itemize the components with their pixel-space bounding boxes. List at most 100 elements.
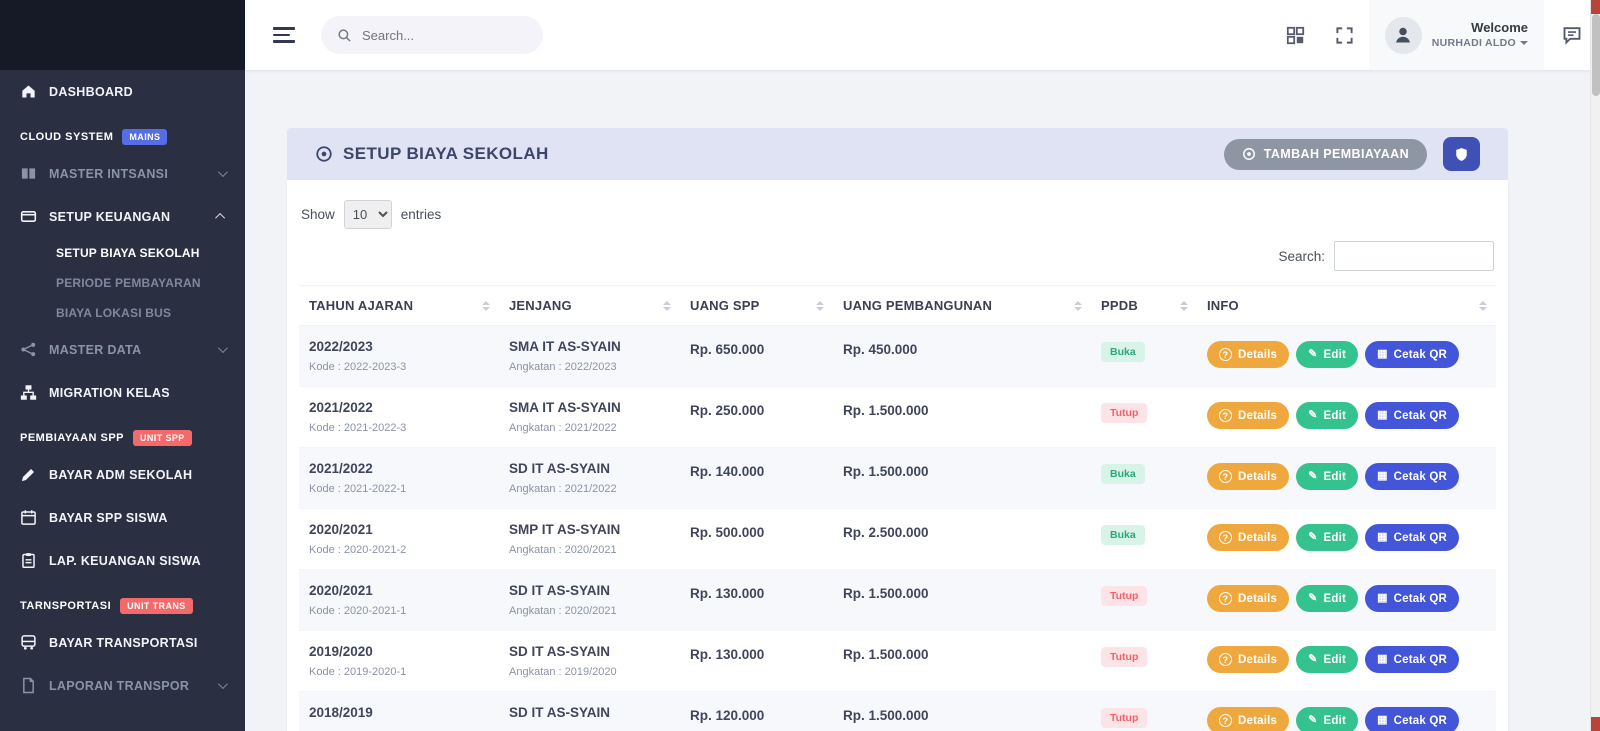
details-button[interactable]: ? Details (1207, 463, 1290, 490)
edit-button[interactable]: ✎ Edit (1296, 646, 1359, 673)
apps-grid-button[interactable] (1271, 0, 1320, 70)
edit-button[interactable]: ✎ Edit (1296, 524, 1359, 551)
cell-info: ? Details ✎ Edit ▦ Cetak QR (1197, 630, 1496, 692)
chevron-down-icon (217, 167, 228, 178)
cell-uang-spp: Rp. 250.000 (680, 386, 833, 448)
sidebar-menu: DASHBOARD CLOUD SYSTEM MAINS MASTER INTSANS… (0, 70, 245, 707)
sidebar-item-dashboard[interactable]: DASHBOARD (0, 70, 245, 113)
bus-icon (20, 634, 37, 651)
sidebar-subitem-periode-pembayaran[interactable]: PERIODE PEMBAYARAN (0, 268, 245, 298)
edit-button[interactable]: ✎ Edit (1296, 707, 1359, 731)
tambah-pembiayaan-button[interactable]: TAMBAH PEMBIAYAAN (1223, 138, 1427, 170)
show-label: Show (301, 207, 335, 222)
qr-code-icon: ▦ (1377, 714, 1388, 726)
cetak-qr-button[interactable]: ▦ Cetak QR (1365, 463, 1460, 490)
hamburger-menu-icon[interactable] (273, 27, 295, 43)
cell-uang-pembangunan: Rp. 1.500.000 (833, 569, 1091, 631)
sidebar-item-setup-keuangan[interactable]: SETUP KEUANGAN (0, 195, 245, 238)
details-button[interactable]: ? Details (1207, 585, 1290, 612)
cetak-qr-button[interactable]: ▦ Cetak QR (1365, 646, 1460, 673)
sidebar-subitem-biaya-lokasi-bus[interactable]: BIAYA LOKASI BUS (0, 298, 245, 328)
cell-uang-pembangunan: Rp. 1.500.000 (833, 386, 1091, 448)
cell-jenjang: SD IT AS-SYAIN Angkatan : 2020/2021 (499, 569, 680, 631)
cetak-qr-button[interactable]: ▦ Cetak QR (1365, 524, 1460, 551)
vertical-scrollbar[interactable] (1590, 0, 1600, 731)
sidebar-item-bayar-transportasi[interactable]: BAYAR TRANSPORTASI (0, 621, 245, 664)
column-header-uang-pembangunan[interactable]: UANG PEMBANGUNAN (833, 285, 1091, 326)
brand-logo[interactable] (0, 0, 245, 70)
page-size-select[interactable]: 10 (343, 200, 392, 229)
app-root: DASHBOARD CLOUD SYSTEM MAINS MASTER INTSANS… (0, 0, 1600, 731)
cell-ppdb: Buka (1091, 325, 1197, 387)
target-icon (315, 145, 333, 163)
section-label: TARNSPORTASI (20, 600, 112, 612)
column-header-tahun-ajaran[interactable]: TAHUN AJARAN (299, 285, 499, 326)
question-icon: ? (1219, 409, 1232, 422)
details-button[interactable]: ? Details (1207, 341, 1290, 368)
pencil-icon: ✎ (1308, 409, 1318, 421)
chevron-up-icon (215, 212, 226, 223)
sidebar-item-migration-kelas[interactable]: MIGRATION KELAS (0, 371, 245, 414)
details-button[interactable]: ? Details (1207, 707, 1290, 731)
global-search-input[interactable] (362, 27, 527, 43)
fullscreen-button[interactable] (1320, 0, 1369, 70)
cell-jenjang: SD IT AS-SYAIN Angkatan : 2019/2020 (499, 630, 680, 692)
sidebar-item-label: BAYAR SPP SISWA (49, 510, 168, 525)
cell-jenjang: SMP IT AS-SYAIN Angkatan : 2020/2021 (499, 508, 680, 570)
table-row: 2018/2019 SD IT AS-SYAIN Rp. 120.000 Rp. 1.… (299, 691, 1496, 731)
username-label: NURHADI ALDO (1432, 37, 1528, 50)
ppdb-status-badge: Buka (1101, 525, 1145, 545)
question-icon: ? (1219, 531, 1232, 544)
scrollbar-thumb[interactable] (1592, 14, 1600, 96)
details-button[interactable]: ? Details (1207, 646, 1290, 673)
settings-shield-button[interactable] (1443, 137, 1480, 171)
page-content: SETUP BIAYA SEKOLAH TAMBAH PEMBIAYAAN Sh… (245, 70, 1600, 731)
sidebar-item-label: DASHBOARD (49, 84, 133, 99)
biaya-table: TAHUN AJARAN JENJANG UANG SPP UANG PEMBANGU… (299, 285, 1496, 731)
ppdb-status-badge: Tutup (1101, 647, 1148, 667)
user-menu[interactable]: Welcome NURHADI ALDO (1368, 0, 1544, 70)
sidebar-item-laporan-transpor[interactable]: LAPORAN TRANSPOR (0, 664, 245, 707)
sidebar-item-bayar-adm-sekolah[interactable]: BAYAR ADM SEKOLAH (0, 453, 245, 496)
table-row: 2021/2022 Kode : 2021-2022-3 SMA IT AS-SYA… (299, 386, 1496, 448)
sidebar-subitem-setup-biaya-sekolah[interactable]: SETUP BIAYA SEKOLAH (0, 238, 245, 268)
table-search-input[interactable] (1334, 241, 1494, 271)
cetak-qr-button[interactable]: ▦ Cetak QR (1365, 585, 1460, 612)
cetak-qr-button[interactable]: ▦ Cetak QR (1365, 341, 1460, 368)
column-header-uang-spp[interactable]: UANG SPP (680, 285, 833, 326)
top-navbar: Welcome NURHADI ALDO (245, 0, 1600, 70)
cetak-qr-button[interactable]: ▦ Cetak QR (1365, 402, 1460, 429)
chevron-down-icon (217, 679, 228, 690)
cell-jenjang: SD IT AS-SYAIN (499, 691, 680, 731)
sort-icon (1180, 300, 1188, 311)
scroll-down-arrow[interactable] (1591, 717, 1600, 731)
column-header-jenjang[interactable]: JENJANG (499, 285, 680, 326)
edit-button[interactable]: ✎ Edit (1296, 341, 1359, 368)
sidebar-section-pembiayaan-spp: PEMBIAYAAN SPP UNIT SPP (0, 414, 245, 453)
book-icon (20, 165, 37, 182)
edit-button[interactable]: ✎ Edit (1296, 463, 1359, 490)
sidebar-section-tarnsportasi: TARNSPORTASI UNIT TRANS (0, 582, 245, 621)
ppdb-status-badge: Tutup (1101, 403, 1148, 423)
details-button[interactable]: ? Details (1207, 402, 1290, 429)
sidebar-item-bayar-spp-siswa[interactable]: BAYAR SPP SISWA (0, 496, 245, 539)
sidebar-item-master-data[interactable]: MASTER DATA (0, 328, 245, 371)
sidebar-item-lap-keuangan-siswa[interactable]: LAP. KEUANGAN SISWA (0, 539, 245, 582)
sidebar-item-label: LAPORAN TRANSPOR (49, 678, 190, 693)
home-icon (20, 83, 37, 100)
cell-tahun-ajaran: 2018/2019 (299, 691, 499, 731)
edit-button[interactable]: ✎ Edit (1296, 585, 1359, 612)
chevron-down-icon (1520, 40, 1528, 45)
scroll-up-arrow[interactable] (1591, 0, 1600, 14)
main-column: Welcome NURHADI ALDO SETUP BIAYA SEKOLAH (245, 0, 1600, 731)
target-icon (1242, 147, 1256, 161)
cell-uang-spp: Rp. 120.000 (680, 691, 833, 731)
sidebar-item-master-intsansi[interactable]: MASTER INTSANSI (0, 152, 245, 195)
details-button[interactable]: ? Details (1207, 524, 1290, 551)
edit-button[interactable]: ✎ Edit (1296, 402, 1359, 429)
cell-uang-spp: Rp. 500.000 (680, 508, 833, 570)
file-icon (20, 677, 37, 694)
column-header-ppdb[interactable]: PPDB (1091, 285, 1197, 326)
cetak-qr-button[interactable]: ▦ Cetak QR (1365, 707, 1460, 731)
column-header-info[interactable]: INFO (1197, 285, 1496, 326)
